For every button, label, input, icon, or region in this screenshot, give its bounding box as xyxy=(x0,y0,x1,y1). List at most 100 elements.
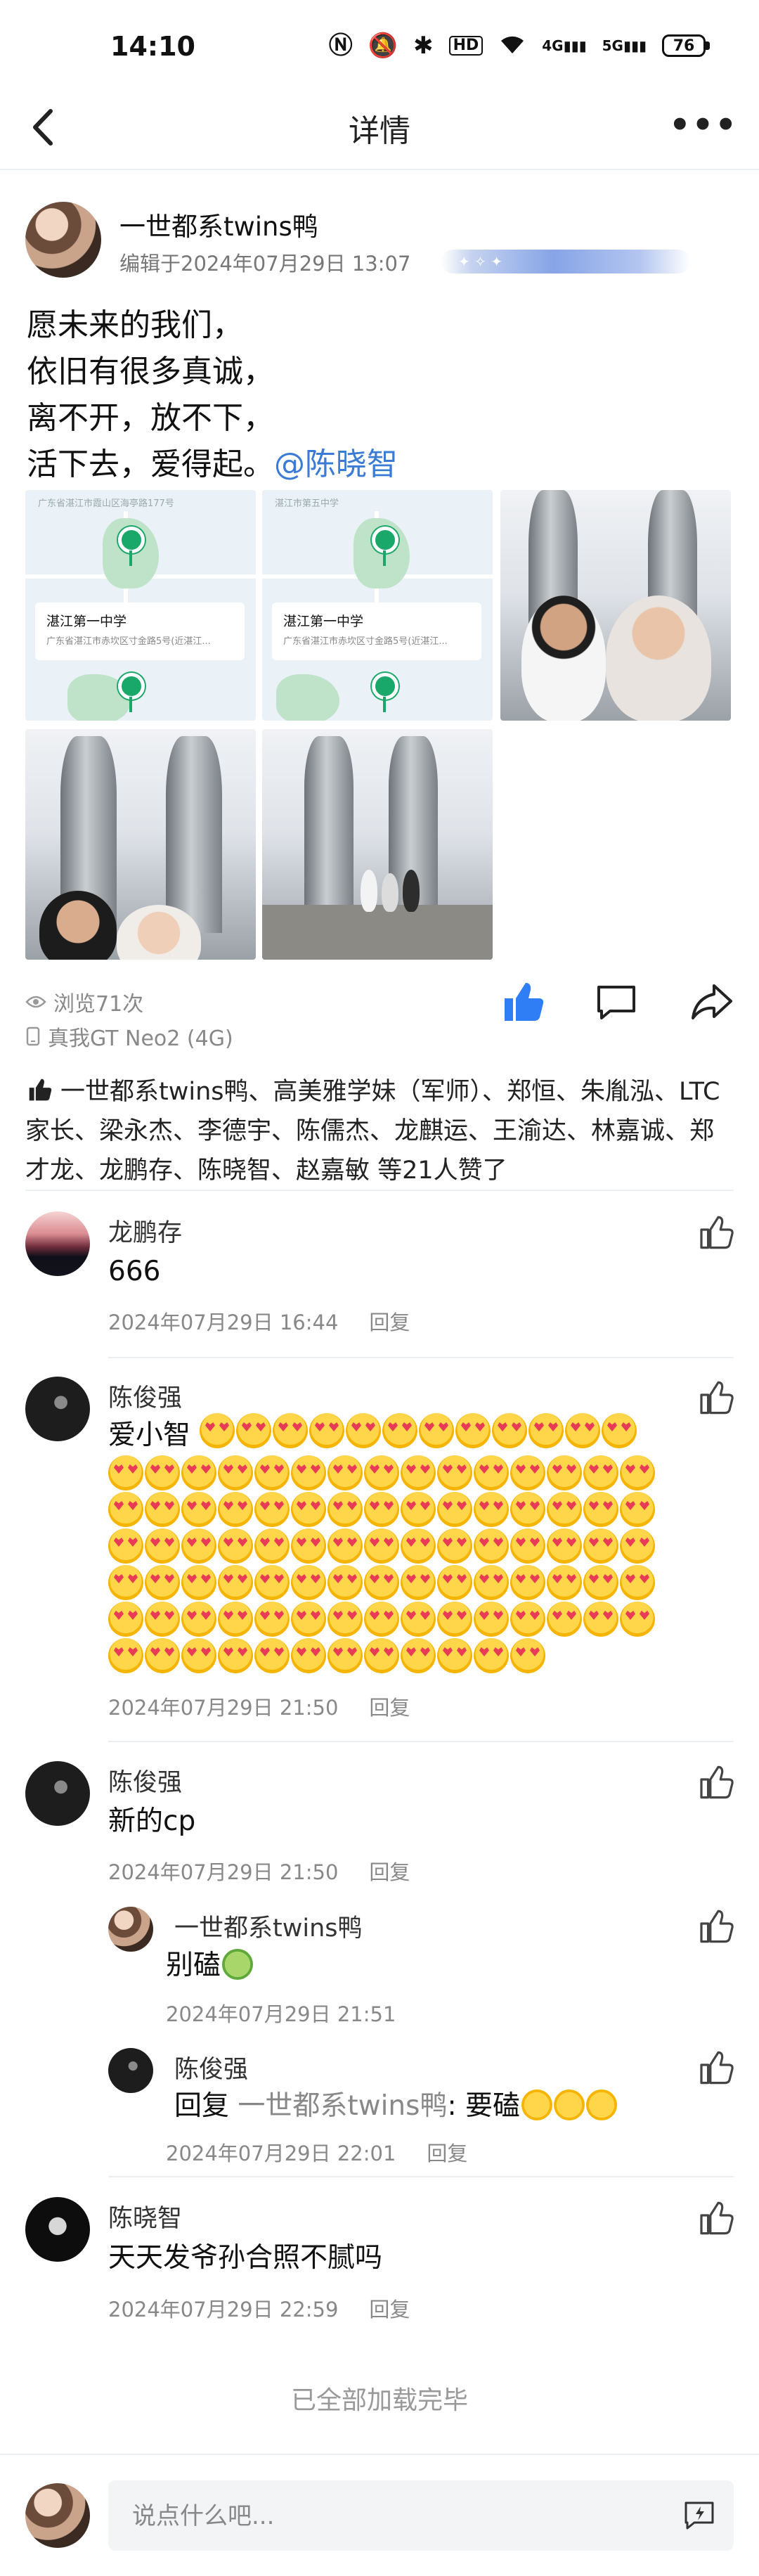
divider xyxy=(108,2176,734,2177)
reply-button[interactable]: 回复 xyxy=(427,2142,467,2165)
heart-eyes-emoji-icon xyxy=(474,1455,509,1490)
emoji-row xyxy=(108,1602,685,1638)
heart-eyes-emoji-icon xyxy=(218,1492,253,1527)
view-count: 浏览71次 xyxy=(25,986,143,1017)
quick-reply-button[interactable] xyxy=(683,2500,715,2531)
photo-towers-selfie-2[interactable] xyxy=(25,729,256,960)
heart-eyes-emoji-icon xyxy=(474,1528,509,1564)
heart-eyes-emoji-icon xyxy=(273,1413,308,1448)
comment-input[interactable] xyxy=(131,2480,654,2552)
eye-icon xyxy=(25,996,46,1008)
more-button[interactable]: ••• xyxy=(669,105,738,145)
reply-button[interactable]: 回复 xyxy=(369,1310,410,1334)
mention-link[interactable]: @陈晓智 xyxy=(274,446,398,482)
reply-like-button[interactable] xyxy=(696,1907,735,1946)
heart-eyes-emoji-icon xyxy=(437,1638,472,1673)
heart-eyes-emoji-icon xyxy=(108,1565,143,1600)
heart-eyes-emoji-icon xyxy=(583,1492,618,1527)
emoji-row xyxy=(108,1565,685,1602)
comment-author[interactable]: 陈晓智 xyxy=(108,2198,182,2234)
heart-eyes-emoji-icon xyxy=(419,1413,454,1448)
comment-input-box[interactable] xyxy=(108,2480,734,2552)
comment-like-button[interactable] xyxy=(696,1378,735,1417)
status-icons: Ⓝ 🔕 ✱ HD 4G▮▮▮ 5G▮▮▮ 76 xyxy=(329,32,710,59)
my-avatar xyxy=(25,2483,90,2548)
heart-eyes-emoji-icon xyxy=(327,1565,363,1600)
phone-icon xyxy=(26,1026,40,1046)
heart-eyes-emoji-icon xyxy=(291,1455,326,1490)
reply-author[interactable]: 一世都系twins鸭 xyxy=(174,1908,363,1944)
comment-like-button[interactable] xyxy=(696,2198,735,2238)
share-button[interactable] xyxy=(687,977,737,1026)
heart-eyes-emoji-icon xyxy=(218,1565,253,1600)
map-card-1: 湛江第一中学 广东省湛江市赤坎区寸金路5号(近湛江... xyxy=(35,603,245,660)
reply-author[interactable]: 陈俊强 xyxy=(174,2049,248,2085)
post-line-3: 离不开，放不下， xyxy=(27,400,274,436)
reply-button[interactable]: 回复 xyxy=(369,1860,410,1884)
heart-eyes-emoji-icon xyxy=(583,1455,618,1490)
divider xyxy=(108,1357,734,1358)
heart-eyes-emoji-icon xyxy=(364,1492,399,1527)
reply-avatar[interactable] xyxy=(108,1907,153,1952)
reply-avatar[interactable] xyxy=(108,2048,153,2093)
emoji-row xyxy=(108,1528,685,1565)
reply-text: 回复 一世都系twins鸭: 要磕 xyxy=(174,2088,618,2125)
comment-like-button[interactable] xyxy=(696,1763,735,1802)
laugh-emoji-icon xyxy=(586,2089,618,2120)
post-author[interactable]: 一世都系twins鸭 xyxy=(119,205,318,243)
heart-eyes-emoji-icon xyxy=(254,1602,290,1637)
laugh-emoji-icon xyxy=(554,2089,585,2120)
thumb-up-icon xyxy=(29,1078,52,1101)
heart-eyes-emoji-icon xyxy=(602,1413,637,1448)
photo-selfie-towers[interactable] xyxy=(500,490,731,721)
heart-eyes-emoji-icon xyxy=(145,1565,180,1600)
comment-author[interactable]: 龙鹏存 xyxy=(108,1213,182,1249)
signal-5g-icon: 5G▮▮▮ xyxy=(602,37,647,54)
thumb-up-icon xyxy=(700,2051,734,2085)
heart-eyes-emoji-icon xyxy=(327,1602,363,1637)
heart-eyes-emoji-icon xyxy=(181,1602,216,1637)
dragon-emoji-icon xyxy=(222,1949,254,1980)
heart-eyes-emoji-icon xyxy=(309,1413,344,1448)
commenter-avatar[interactable] xyxy=(25,1761,90,1826)
post-line-2: 依旧有很多真诚， xyxy=(27,354,274,389)
comment-meta: 2024年07月29日 21:50 回复 xyxy=(108,1696,410,1720)
photo-map-2[interactable]: 湛江市第五中学 湛江第一中学 广东省湛江市赤坎区寸金路5号(近湛江... xyxy=(262,490,493,721)
comment-author[interactable]: 陈俊强 xyxy=(108,1763,182,1798)
heart-eyes-emoji-icon xyxy=(474,1638,509,1673)
thumb-up-icon xyxy=(700,1216,734,1249)
heart-eyes-emoji-icon xyxy=(528,1413,564,1448)
photo-towers-group[interactable] xyxy=(262,729,493,960)
heart-eyes-emoji-icon xyxy=(510,1528,545,1564)
heart-eyes-emoji-icon xyxy=(364,1638,399,1673)
heart-eyes-emoji-icon xyxy=(547,1602,582,1637)
comment-like-button[interactable] xyxy=(696,1213,735,1252)
comment-input-bar xyxy=(0,2454,759,2576)
heart-eyes-emoji-icon xyxy=(254,1492,290,1527)
comment-button[interactable] xyxy=(592,977,641,1026)
comment-text: 爱小智 xyxy=(108,1419,191,1451)
heart-eyes-emoji-icon xyxy=(145,1528,180,1564)
reply-target-link[interactable]: 一世都系twins鸭 xyxy=(238,2090,447,2122)
heart-eyes-emoji-icon xyxy=(145,1492,180,1527)
heart-eyes-emoji-icon xyxy=(437,1602,472,1637)
photo-map-1[interactable]: 广东省湛江市霞山区海亭路177号 湛江第一中学 广东省湛江市赤坎区寸金路5号(近… xyxy=(25,490,256,721)
author-avatar[interactable] xyxy=(25,202,101,278)
reply-like-button[interactable] xyxy=(696,2048,735,2087)
heart-eyes-emoji-icon xyxy=(510,1602,545,1637)
like-button[interactable] xyxy=(498,977,547,1026)
commenter-avatar[interactable] xyxy=(25,2197,90,2262)
heart-eyes-emoji-icon xyxy=(327,1528,363,1564)
commenter-avatar[interactable] xyxy=(25,1377,90,1441)
signal-4g-icon: 4G▮▮▮ xyxy=(542,37,587,54)
battery-icon: 76 xyxy=(662,34,710,57)
likes-list[interactable]: 一世都系twins鸭、高美雅学妹（军师）、郑恒、朱胤泓、LTC家长、梁永杰、李德… xyxy=(25,1072,735,1190)
commenter-avatar[interactable] xyxy=(25,1211,90,1276)
reply-button[interactable]: 回复 xyxy=(369,1696,410,1720)
reply-button[interactable]: 回复 xyxy=(369,2298,410,2321)
decoration-banner: ✦ ✧ ✦ xyxy=(441,250,690,273)
heart-eyes-emoji-icon xyxy=(291,1492,326,1527)
comment-author[interactable]: 陈俊强 xyxy=(108,1378,182,1414)
heart-eyes-emoji-icon xyxy=(291,1528,326,1564)
heart-eyes-emoji-icon xyxy=(346,1413,381,1448)
